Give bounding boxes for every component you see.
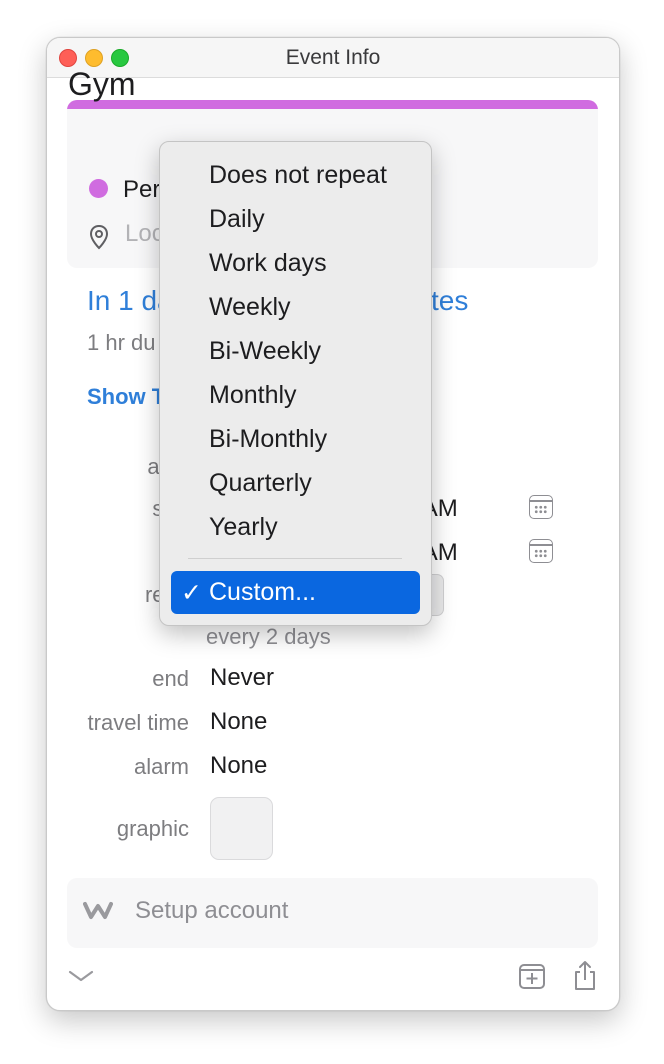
menu-item-quarterly[interactable]: Quarterly [209,469,312,498]
menu-item-custom[interactable]: ✓ Custom... [171,571,420,614]
event-duration: 1 hr du [87,330,156,355]
menu-item-bi-weekly[interactable]: Bi-Weekly [209,337,321,366]
menu-separator [188,558,402,559]
menu-item-custom-label: Custom... [209,578,316,606]
travel-time-value[interactable]: None [210,708,267,736]
menu-item-weekly[interactable]: Weekly [209,293,291,322]
repeat-detail: every 2 days [206,624,331,649]
webex-icon [83,902,113,919]
menu-item-daily[interactable]: Daily [209,205,265,234]
menu-item-work-days[interactable]: Work days [209,249,327,278]
menu-item-yearly[interactable]: Yearly [209,513,278,542]
repeat-dropdown-menu: Does not repeat Daily Work days Weekly B… [159,141,432,626]
chevron-down-icon[interactable] [67,968,95,984]
repeat-end-label: end [152,666,189,691]
event-relative-time-end[interactable]: tes [431,285,468,317]
menu-item-bi-monthly[interactable]: Bi-Monthly [209,425,327,454]
alarm-value[interactable]: None [210,752,267,780]
graphic-label: graphic [116,816,189,841]
checkmark-icon: ✓ [181,579,202,607]
end-calendar-icon[interactable] [529,539,553,563]
event-title[interactable]: Gym [68,66,136,103]
repeat-end-value[interactable]: Never [210,664,274,692]
show-timezone-link[interactable]: Show T [87,384,165,410]
travel-time-label: travel time [87,710,189,735]
menu-item-does-not-repeat[interactable]: Does not repeat [209,161,387,190]
location-pin-icon [89,224,109,250]
calendar-color-dot[interactable] [89,179,108,198]
graphic-well[interactable] [210,797,273,860]
calendar-name[interactable]: Per [123,176,160,204]
menu-item-monthly[interactable]: Monthly [209,381,297,410]
location-field[interactable]: Loc [125,220,164,248]
share-icon[interactable] [572,960,598,992]
setup-account-label: Setup account [135,897,289,924]
calendar-color-bar [67,100,598,109]
setup-account-row[interactable]: Setup account [67,878,598,948]
start-calendar-icon[interactable] [529,495,553,519]
alarm-label: alarm [133,754,189,779]
add-event-icon[interactable] [518,962,546,990]
